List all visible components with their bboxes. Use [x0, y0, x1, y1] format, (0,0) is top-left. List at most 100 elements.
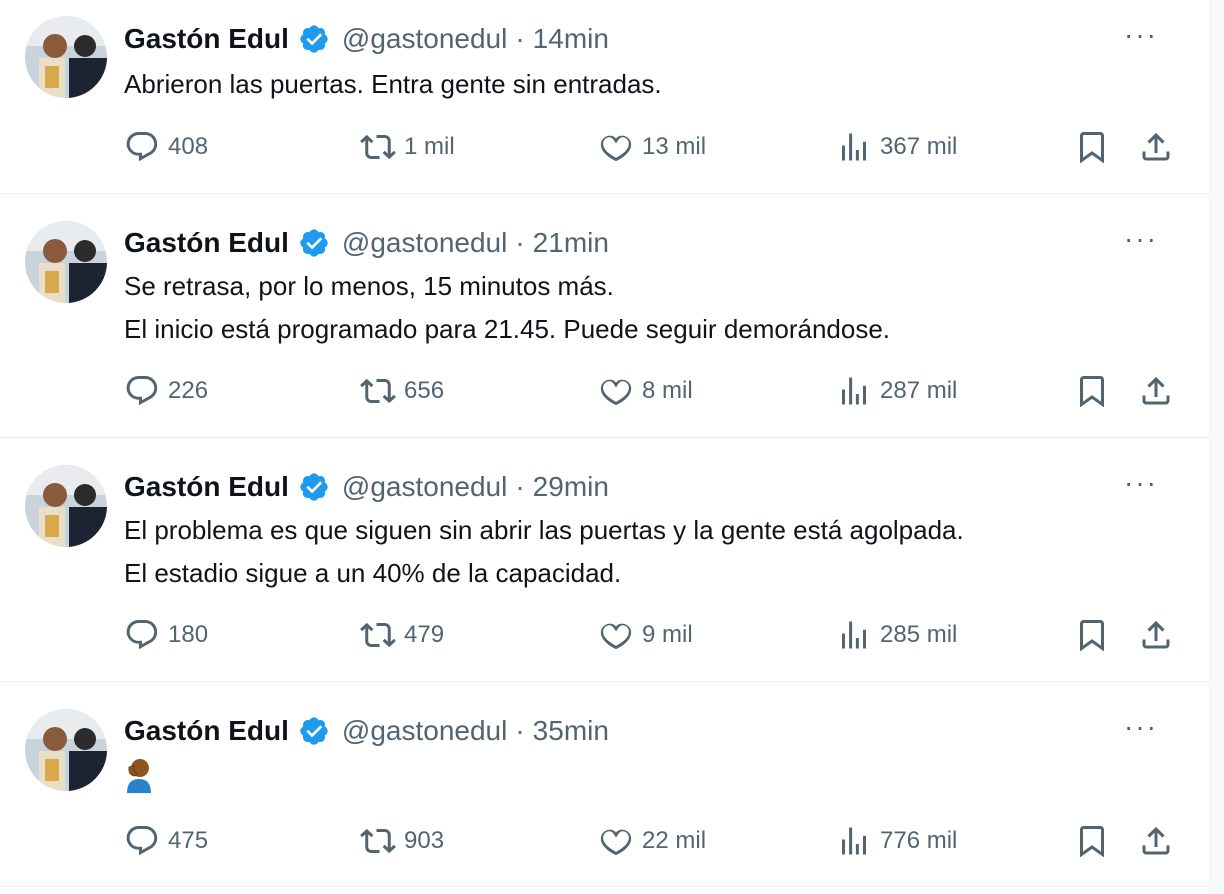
avatar[interactable]: [25, 709, 107, 791]
retweet-button[interactable]: 1 mil: [360, 129, 455, 165]
share-button[interactable]: [1138, 617, 1174, 653]
verified-badge-icon: [298, 715, 330, 747]
share-button[interactable]: [1138, 373, 1174, 409]
avatar[interactable]: [25, 16, 107, 98]
tweet[interactable]: Gastón Edul @gastonedul · 29min ··· El p…: [0, 438, 1210, 682]
action-bar: 408 1 mil 13 mil 367 mil: [124, 129, 1184, 169]
reply-button[interactable]: 408: [124, 129, 208, 165]
more-icon[interactable]: ···: [1124, 466, 1158, 500]
reply-count: 408: [168, 133, 209, 160]
scrollbar-track[interactable]: [1209, 0, 1224, 894]
tweet[interactable]: Gastón Edul @gastonedul · 35min ··· 475 …: [0, 682, 1210, 887]
retweet-icon: [360, 622, 396, 648]
share-icon: [1142, 376, 1170, 405]
share-button[interactable]: [1138, 129, 1174, 165]
tweet-text: Se retrasa, por lo menos, 15 minutos más…: [124, 265, 890, 351]
separator: ·: [515, 715, 525, 746]
retweet-button[interactable]: 479: [360, 617, 444, 653]
separator: ·: [515, 227, 525, 258]
bookmark-icon: [1080, 132, 1104, 164]
views-count: 776 mil: [880, 827, 958, 854]
tweet-text-line: Abrieron las puertas. Entra gente sin en…: [124, 69, 662, 99]
more-icon[interactable]: ···: [1124, 710, 1158, 744]
views-count: 287 mil: [880, 377, 958, 404]
retweet-icon: [360, 378, 396, 404]
separator: ·: [515, 471, 525, 502]
bookmark-button[interactable]: [1074, 129, 1110, 165]
tweet-text-line: El estadio sigue a un 40% de la capacida…: [124, 558, 622, 588]
author-name[interactable]: Gastón Edul: [124, 714, 289, 748]
tweet[interactable]: Gastón Edul @gastonedul · 21min ··· Se r…: [0, 194, 1210, 438]
tweet-text: Abrieron las puertas. Entra gente sin en…: [124, 63, 662, 106]
timestamp[interactable]: 21min: [533, 226, 609, 260]
bookmark-button[interactable]: [1074, 823, 1110, 859]
reply-icon: [126, 132, 158, 162]
author-name[interactable]: Gastón Edul: [124, 22, 289, 56]
tweet-header: Gastón Edul @gastonedul · 29min: [124, 470, 609, 504]
avatar[interactable]: [25, 221, 107, 303]
reply-button[interactable]: 180: [124, 617, 208, 653]
separator: ·: [515, 23, 525, 54]
verified-badge-icon: [298, 227, 330, 259]
like-button[interactable]: 8 mil: [598, 373, 693, 409]
more-icon[interactable]: ···: [1124, 18, 1158, 52]
views-button[interactable]: 285 mil: [836, 617, 957, 653]
retweet-icon: [360, 828, 396, 854]
tweet-text-line: Se retrasa, por lo menos, 15 minutos más…: [124, 271, 614, 301]
tweet[interactable]: Gastón Edul @gastonedul · 14min ··· Abri…: [0, 0, 1210, 194]
tweet-header: Gastón Edul @gastonedul · 35min: [124, 714, 609, 748]
like-count: 13 mil: [642, 133, 707, 160]
like-button[interactable]: 9 mil: [598, 617, 693, 653]
reply-button[interactable]: 226: [124, 373, 208, 409]
bookmark-icon: [1080, 620, 1104, 652]
reply-button[interactable]: 475: [124, 823, 208, 859]
timeline-feed: Gastón Edul @gastonedul · 14min ··· Abri…: [0, 0, 1224, 894]
views-button[interactable]: 287 mil: [836, 373, 957, 409]
action-bar: 475 903 22 mil 776 mil: [124, 823, 1184, 863]
bookmark-button[interactable]: [1074, 617, 1110, 653]
like-icon: [600, 379, 632, 406]
views-count: 367 mil: [880, 133, 958, 160]
share-button[interactable]: [1138, 823, 1174, 859]
like-count: 22 mil: [642, 827, 707, 854]
retweet-button[interactable]: 656: [360, 373, 444, 409]
views-icon: [842, 377, 866, 405]
views-button[interactable]: 367 mil: [836, 129, 957, 165]
reply-count: 226: [168, 377, 209, 404]
tweet-header: Gastón Edul @gastonedul · 14min: [124, 22, 609, 56]
author-handle[interactable]: @gastonedul: [342, 714, 507, 748]
share-icon: [1142, 826, 1170, 855]
views-count: 285 mil: [880, 621, 958, 648]
retweet-count: 903: [404, 827, 445, 854]
bookmark-button[interactable]: [1074, 373, 1110, 409]
timestamp[interactable]: 14min: [533, 22, 609, 56]
author-handle[interactable]: @gastonedul: [342, 22, 507, 56]
share-icon: [1142, 620, 1170, 649]
author-handle[interactable]: @gastonedul: [342, 226, 507, 260]
like-button[interactable]: 22 mil: [598, 823, 706, 859]
author-handle[interactable]: @gastonedul: [342, 470, 507, 504]
retweet-count: 1 mil: [404, 133, 455, 160]
like-count: 8 mil: [642, 377, 693, 404]
like-count: 9 mil: [642, 621, 693, 648]
like-button[interactable]: 13 mil: [598, 129, 706, 165]
reply-count: 180: [168, 621, 209, 648]
views-button[interactable]: 776 mil: [836, 823, 957, 859]
timestamp[interactable]: 35min: [533, 714, 609, 748]
bookmark-icon: [1080, 376, 1104, 408]
like-icon: [600, 135, 632, 162]
timestamp[interactable]: 29min: [533, 470, 609, 504]
views-icon: [842, 133, 866, 161]
verified-badge-icon: [298, 471, 330, 503]
action-bar: 226 656 8 mil 287 mil: [124, 373, 1184, 413]
author-name[interactable]: Gastón Edul: [124, 226, 289, 260]
tweet-text-line: El inicio está programado para 21.45. Pu…: [124, 314, 891, 344]
more-icon[interactable]: ···: [1124, 222, 1158, 256]
avatar[interactable]: [25, 465, 107, 547]
like-icon: [600, 829, 632, 856]
retweet-button[interactable]: 903: [360, 823, 444, 859]
author-name[interactable]: Gastón Edul: [124, 470, 289, 504]
tweet-text: El problema es que siguen sin abrir las …: [124, 509, 964, 595]
tweet-text-line: El problema es que siguen sin abrir las …: [124, 515, 964, 545]
share-icon: [1142, 132, 1170, 161]
